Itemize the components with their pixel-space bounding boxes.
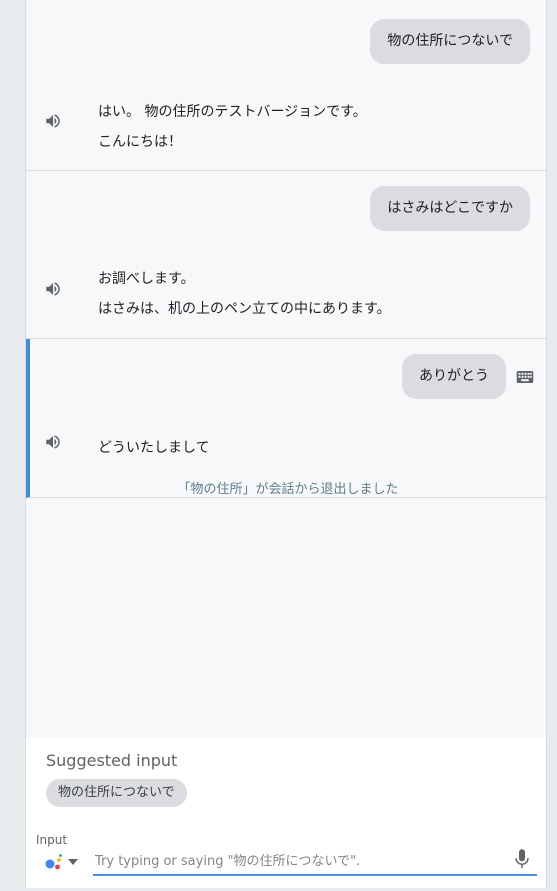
- user-message-bubble: 物の住所につないで: [370, 19, 530, 64]
- query-input[interactable]: [93, 848, 537, 876]
- volume-icon[interactable]: [44, 433, 62, 451]
- agent-response-line: はい。 物の住所のテストバージョンです。: [98, 104, 367, 120]
- conversation-turn[interactable]: はさみはどこですか お調べします。 はさみは、机の上のペン立ての中にあります。: [26, 171, 546, 339]
- conversation-turn[interactable]: 物の住所につないで はい。 物の住所のテストバージョンです。 こんにちは！: [26, 0, 546, 171]
- input-panel: Suggested input 物の住所につないで Input: [26, 738, 546, 888]
- agent-response-line: こんにちは！: [98, 134, 182, 150]
- simulator-conversation-panel: 物の住所につないで はい。 物の住所のテストバージョンです。 こんにちは！ はさ…: [25, 0, 547, 888]
- agent-response-line: はさみは、机の上のペン立ての中にあります。: [98, 301, 391, 317]
- conversation-exit-notice: 「物の住所」が会話から退出しました: [177, 482, 399, 497]
- input-label: Input: [36, 833, 68, 847]
- user-message-bubble: ありがとう: [402, 354, 506, 399]
- conversation-turn-active[interactable]: ありがとう どういたしまして 「物の住所」が会話から退出しました: [26, 339, 546, 498]
- volume-icon[interactable]: [44, 280, 62, 298]
- mic-icon[interactable]: [513, 848, 531, 870]
- user-message-bubble: はさみはどこですか: [370, 186, 530, 231]
- google-assistant-icon[interactable]: [44, 852, 64, 872]
- suggestion-chip[interactable]: 物の住所につないで: [46, 779, 187, 807]
- agent-response-line: お調べします。: [98, 271, 195, 287]
- chevron-down-icon[interactable]: [68, 858, 78, 866]
- keyboard-icon: [516, 371, 534, 383]
- agent-response-line: どういたしまして: [98, 440, 210, 456]
- suggested-input-heading: Suggested input: [46, 751, 178, 770]
- volume-icon[interactable]: [44, 112, 62, 130]
